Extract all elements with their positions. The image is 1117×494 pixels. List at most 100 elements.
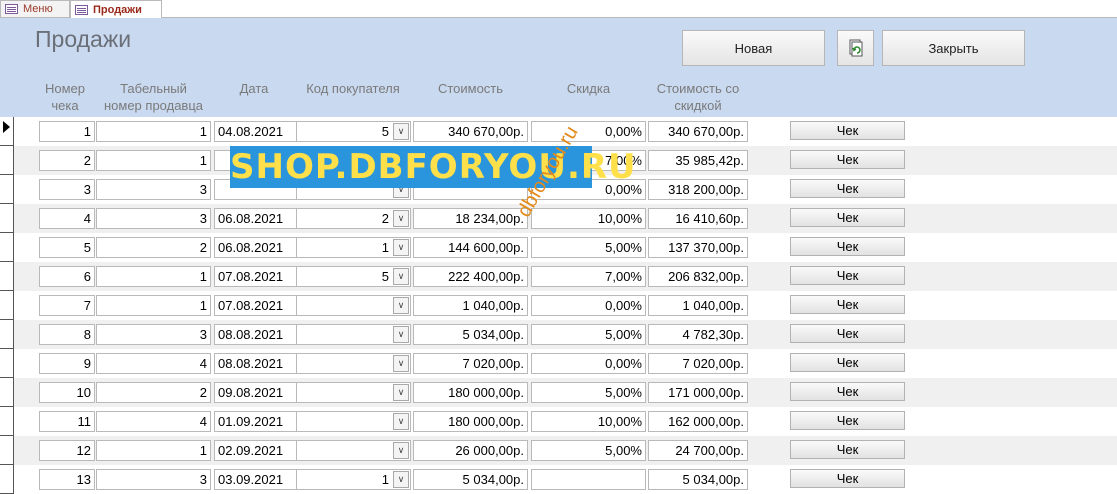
customer-combo[interactable]: ∨ bbox=[296, 411, 411, 432]
discounted-cost-field[interactable]: 7 020,00р. bbox=[648, 353, 748, 374]
chevron-down-icon[interactable]: ∨ bbox=[393, 123, 409, 140]
check-number-field[interactable]: 11 bbox=[39, 411, 95, 432]
receipt-button[interactable]: Чек bbox=[790, 469, 905, 488]
customer-combo[interactable]: ∨ bbox=[296, 353, 411, 374]
date-field[interactable]: 08.08.2021 bbox=[214, 353, 308, 374]
discount-field[interactable]: 0,00% bbox=[531, 121, 646, 142]
seller-id-field[interactable]: 1 bbox=[96, 266, 211, 287]
chevron-down-icon[interactable]: ∨ bbox=[393, 413, 409, 430]
record-selector[interactable] bbox=[0, 320, 14, 349]
discounted-cost-field[interactable]: 137 370,00р. bbox=[648, 237, 748, 258]
customer-combo[interactable]: 1 ∨ bbox=[296, 469, 411, 490]
cost-field[interactable]: 144 600,00р. bbox=[413, 237, 528, 258]
check-number-field[interactable]: 4 bbox=[39, 208, 95, 229]
check-number-field[interactable]: 8 bbox=[39, 324, 95, 345]
seller-id-field[interactable]: 1 bbox=[96, 295, 211, 316]
receipt-button[interactable]: Чек bbox=[790, 266, 905, 285]
record-selector[interactable] bbox=[0, 407, 14, 436]
customer-combo[interactable]: 5 ∨ bbox=[296, 121, 411, 142]
date-field[interactable]: 06.08.2021 bbox=[214, 208, 308, 229]
discounted-cost-field[interactable]: 206 832,00р. bbox=[648, 266, 748, 287]
check-number-field[interactable]: 2 bbox=[39, 150, 95, 171]
receipt-button[interactable]: Чек bbox=[790, 208, 905, 227]
check-number-field[interactable]: 12 bbox=[39, 440, 95, 461]
record-selector[interactable] bbox=[0, 233, 14, 262]
customer-combo[interactable]: ∨ bbox=[296, 324, 411, 345]
customer-combo[interactable]: ∨ bbox=[296, 440, 411, 461]
date-field[interactable]: 03.09.2021 bbox=[214, 469, 308, 490]
customer-combo[interactable]: ∨ bbox=[296, 382, 411, 403]
discounted-cost-field[interactable]: 35 985,42р. bbox=[648, 150, 748, 171]
discount-field[interactable] bbox=[531, 469, 646, 490]
seller-id-field[interactable]: 4 bbox=[96, 353, 211, 374]
cost-field[interactable]: 1 040,00р. bbox=[413, 295, 528, 316]
cost-field[interactable]: 340 670,00р. bbox=[413, 121, 528, 142]
receipt-button[interactable]: Чек bbox=[790, 237, 905, 256]
date-field[interactable]: 04.08.2021 bbox=[214, 121, 308, 142]
chevron-down-icon[interactable]: ∨ bbox=[393, 326, 409, 343]
chevron-down-icon[interactable]: ∨ bbox=[393, 239, 409, 256]
date-field[interactable]: 02.09.2021 bbox=[214, 440, 308, 461]
seller-id-field[interactable]: 3 bbox=[96, 208, 211, 229]
customer-combo[interactable]: 2 ∨ bbox=[296, 208, 411, 229]
seller-id-field[interactable]: 1 bbox=[96, 121, 211, 142]
discount-field[interactable]: 10,00% bbox=[531, 411, 646, 432]
seller-id-field[interactable]: 2 bbox=[96, 237, 211, 258]
date-field[interactable]: 06.08.2021 bbox=[214, 237, 308, 258]
cost-field[interactable]: 26 000,00р. bbox=[413, 440, 528, 461]
record-selector[interactable] bbox=[0, 262, 14, 291]
discount-field[interactable]: 7,00% bbox=[531, 266, 646, 287]
seller-id-field[interactable]: 3 bbox=[96, 324, 211, 345]
refresh-button[interactable] bbox=[837, 30, 874, 66]
cost-field[interactable]: 5 034,00р. bbox=[413, 469, 528, 490]
cost-field[interactable]: 5 034,00р. bbox=[413, 324, 528, 345]
discount-field[interactable]: 5,00% bbox=[531, 237, 646, 258]
cost-field[interactable]: 180 000,00р. bbox=[413, 411, 528, 432]
check-number-field[interactable]: 1 bbox=[39, 121, 95, 142]
receipt-button[interactable]: Чек bbox=[790, 295, 905, 314]
tab-sales[interactable]: Продажи bbox=[70, 0, 162, 18]
chevron-down-icon[interactable]: ∨ bbox=[393, 442, 409, 459]
customer-combo[interactable]: ∨ bbox=[296, 295, 411, 316]
discount-field[interactable]: 5,00% bbox=[531, 440, 646, 461]
discounted-cost-field[interactable]: 24 700,00р. bbox=[648, 440, 748, 461]
discount-field[interactable]: 10,00% bbox=[531, 208, 646, 229]
record-selector[interactable] bbox=[0, 378, 14, 407]
receipt-button[interactable]: Чек bbox=[790, 150, 905, 169]
tab-menu[interactable]: Меню bbox=[0, 0, 70, 17]
seller-id-field[interactable]: 1 bbox=[96, 150, 211, 171]
seller-id-field[interactable]: 4 bbox=[96, 411, 211, 432]
seller-id-field[interactable]: 1 bbox=[96, 440, 211, 461]
receipt-button[interactable]: Чек bbox=[790, 440, 905, 459]
check-number-field[interactable]: 9 bbox=[39, 353, 95, 374]
close-button[interactable]: Закрыть bbox=[882, 30, 1025, 66]
customer-combo[interactable]: 1 ∨ bbox=[296, 237, 411, 258]
chevron-down-icon[interactable]: ∨ bbox=[393, 355, 409, 372]
record-selector[interactable] bbox=[0, 146, 14, 175]
receipt-button[interactable]: Чек bbox=[790, 353, 905, 372]
discounted-cost-field[interactable]: 318 200,00р. bbox=[648, 179, 748, 200]
record-selector[interactable] bbox=[0, 175, 14, 204]
date-field[interactable]: 08.08.2021 bbox=[214, 324, 308, 345]
record-selector[interactable] bbox=[0, 291, 14, 320]
cost-field[interactable]: 18 234,00р. bbox=[413, 208, 528, 229]
discounted-cost-field[interactable]: 4 782,30р. bbox=[648, 324, 748, 345]
record-selector[interactable] bbox=[0, 465, 14, 494]
chevron-down-icon[interactable]: ∨ bbox=[393, 210, 409, 227]
receipt-button[interactable]: Чек bbox=[790, 382, 905, 401]
new-button[interactable]: Новая bbox=[682, 30, 825, 66]
date-field[interactable]: 09.08.2021 bbox=[214, 382, 308, 403]
discount-field[interactable]: 0,00% bbox=[531, 353, 646, 374]
check-number-field[interactable]: 13 bbox=[39, 469, 95, 490]
receipt-button[interactable]: Чек bbox=[790, 324, 905, 343]
record-selector[interactable] bbox=[0, 204, 14, 233]
discounted-cost-field[interactable]: 16 410,60р. bbox=[648, 208, 748, 229]
discount-field[interactable]: 5,00% bbox=[531, 382, 646, 403]
date-field[interactable]: 01.09.2021 bbox=[214, 411, 308, 432]
check-number-field[interactable]: 5 bbox=[39, 237, 95, 258]
discounted-cost-field[interactable]: 162 000,00р. bbox=[648, 411, 748, 432]
discounted-cost-field[interactable]: 1 040,00р. bbox=[648, 295, 748, 316]
discounted-cost-field[interactable]: 171 000,00р. bbox=[648, 382, 748, 403]
check-number-field[interactable]: 10 bbox=[39, 382, 95, 403]
discount-field[interactable]: 5,00% bbox=[531, 324, 646, 345]
